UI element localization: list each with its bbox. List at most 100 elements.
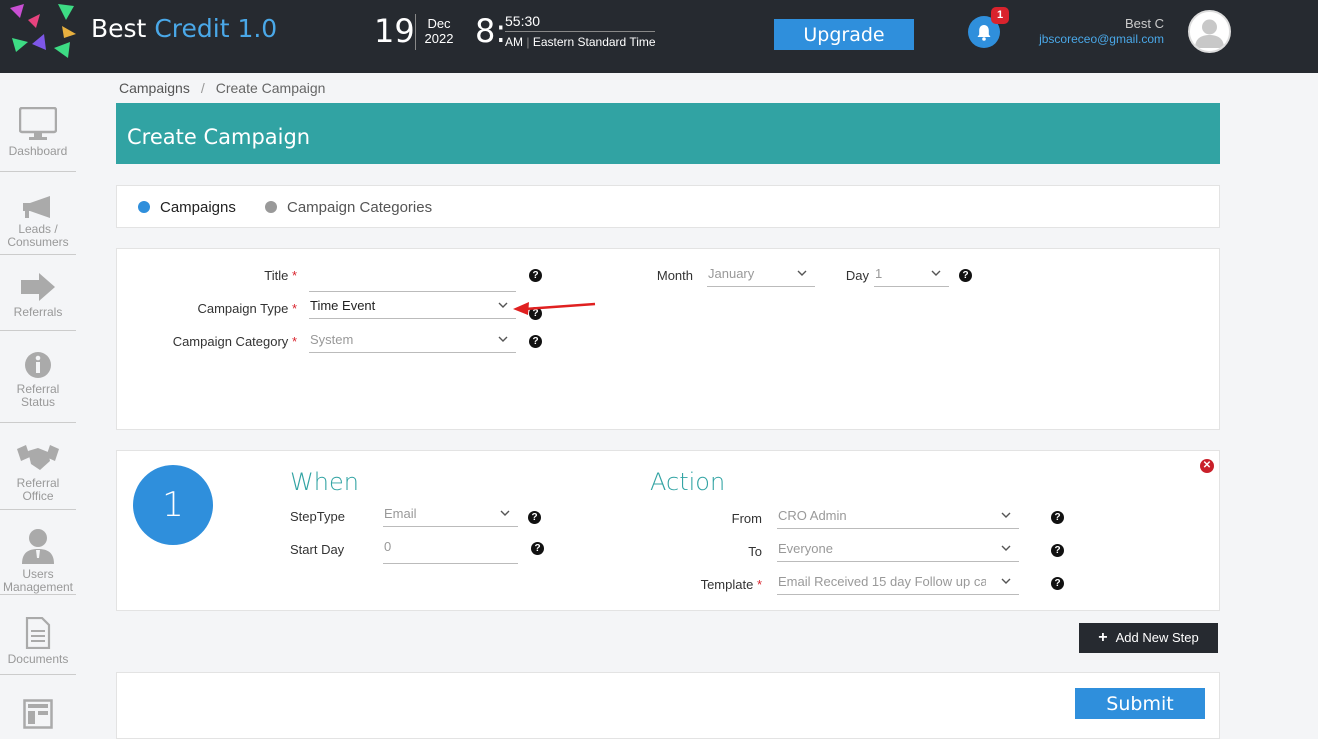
document-icon: [25, 617, 51, 649]
from-value: CRO Admin: [778, 508, 847, 523]
chevron-down-icon: [1001, 512, 1011, 518]
user-name[interactable]: Best C: [1040, 16, 1164, 31]
sidebar-item-leads[interactable]: Leads / Consumers: [0, 195, 76, 249]
tabs-panel: Campaigns Campaign Categories: [116, 185, 1220, 228]
campaign-category-help-icon[interactable]: ?: [529, 335, 542, 348]
upgrade-button[interactable]: Upgrade: [774, 19, 914, 50]
bell-icon: [977, 24, 991, 41]
template-select[interactable]: Email Received 15 day Follow up ca: [777, 571, 1019, 595]
required-mark: *: [756, 577, 762, 592]
tab-label: Campaign Categories: [287, 199, 433, 216]
step-type-label: StepType: [290, 509, 345, 524]
sidebar-item-referral-status[interactable]: Referral Status: [0, 351, 76, 409]
tab-active-dot: [138, 201, 150, 213]
step-type-select[interactable]: Email: [383, 503, 518, 527]
sidebar-item-dashboard[interactable]: Dashboard: [0, 107, 76, 158]
sidebar-item-label: Users Management: [2, 567, 74, 594]
brand-logo[interactable]: [10, 4, 80, 58]
chevron-down-icon: [797, 270, 807, 276]
campaign-category-label-text: Campaign Category: [172, 334, 289, 349]
sidebar-item-label: Leads / Consumers: [7, 222, 69, 249]
breadcrumb-link-campaigns[interactable]: Campaigns: [119, 80, 190, 96]
time-minutes-seconds: 55:30: [505, 13, 541, 29]
template-help-icon[interactable]: ?: [1051, 577, 1064, 590]
campaign-type-label: Campaign Type *: [157, 301, 297, 316]
time-zone-row: AM | Eastern Standard Time: [505, 35, 656, 49]
sidebar-item-label: Referral Office: [16, 476, 60, 503]
title-help-icon[interactable]: ?: [529, 269, 542, 282]
start-day-help-icon[interactable]: ?: [531, 542, 544, 555]
chevron-down-icon: [498, 336, 508, 342]
to-help-icon[interactable]: ?: [1051, 544, 1064, 557]
sidebar-item-users-management[interactable]: Users Management: [0, 526, 76, 594]
top-navbar: Best Credit 1.0 19 Dec 2022 8: 55:30 AM …: [0, 0, 1318, 73]
campaign-form-panel: Title * ? Campaign Type * Time Event ? C…: [116, 248, 1220, 430]
to-label: To: [748, 544, 762, 559]
from-help-icon[interactable]: ?: [1051, 511, 1064, 524]
sidebar-item-label: Dashboard: [8, 144, 68, 158]
brand-name: Best Credit 1.0: [91, 14, 277, 43]
sidebar-item-label: Documents: [7, 652, 69, 666]
sidebar: Dashboard Leads / Consumers Referrals Re…: [0, 73, 76, 739]
tab-campaigns[interactable]: Campaigns: [138, 199, 236, 216]
notification-badge: 1: [991, 7, 1009, 24]
chevron-down-icon: [500, 510, 510, 516]
layout-icon: [23, 699, 53, 729]
add-step-label: Add New Step: [1115, 630, 1199, 645]
brand-prefix: Best: [91, 14, 147, 43]
template-value: Email Received 15 day Follow up ca: [778, 574, 986, 589]
start-day-label: Start Day: [290, 542, 345, 557]
start-day-input[interactable]: 0: [383, 536, 518, 564]
campaign-category-select[interactable]: System: [309, 329, 516, 353]
from-select[interactable]: CRO Admin: [777, 505, 1019, 529]
title-label-text: Title: [264, 268, 289, 283]
add-new-step-button[interactable]: + Add New Step: [1079, 623, 1218, 653]
plus-icon: +: [1098, 629, 1108, 646]
campaign-type-select[interactable]: Time Event: [309, 295, 516, 319]
tab-campaign-categories[interactable]: Campaign Categories: [265, 199, 432, 216]
tab-label: Campaigns: [160, 199, 236, 216]
title-input[interactable]: [309, 268, 516, 292]
template-label: Template *: [672, 577, 762, 592]
chevron-down-icon: [1001, 545, 1011, 551]
breadcrumb-current: Create Campaign: [215, 80, 326, 96]
required-mark: *: [291, 301, 297, 316]
sidebar-item-label: Referrals: [13, 305, 63, 319]
month-select[interactable]: January: [707, 263, 815, 287]
from-label: From: [731, 511, 762, 526]
day-select[interactable]: 1: [874, 263, 949, 287]
to-value: Everyone: [778, 541, 833, 556]
to-select[interactable]: Everyone: [777, 538, 1019, 562]
sidebar-item-documents[interactable]: Documents: [0, 617, 76, 666]
chevron-down-icon: [931, 270, 941, 276]
user-email[interactable]: jbscoreceo@gmail.com: [1030, 32, 1164, 46]
submit-button[interactable]: Submit: [1075, 688, 1205, 719]
megaphone-icon: [23, 196, 50, 218]
breadcrumb: Campaigns / Create Campaign: [119, 80, 325, 96]
time-hour: 8:: [475, 12, 507, 50]
template-label-text: Template: [700, 577, 754, 592]
remove-step-close-icon[interactable]: ✕: [1200, 459, 1214, 473]
user-avatar-icon: [1190, 12, 1229, 51]
chevron-down-icon: [498, 302, 508, 308]
date-year: 2022: [424, 31, 454, 46]
step-type-value: Email: [384, 506, 417, 521]
sidebar-item-referral-office[interactable]: Referral Office: [0, 443, 76, 503]
day-help-icon[interactable]: ?: [959, 269, 972, 282]
campaign-type-value: Time Event: [310, 298, 376, 313]
step-type-help-icon[interactable]: ?: [528, 511, 541, 524]
sidebar-divider: [0, 422, 76, 423]
sidebar-item-layout[interactable]: [0, 699, 76, 733]
title-label: Title *: [177, 268, 297, 283]
campaign-category-value: System: [310, 332, 354, 347]
sidebar-divider: [0, 594, 76, 595]
avatar[interactable]: [1188, 10, 1231, 53]
required-mark: *: [291, 268, 297, 283]
chevron-down-icon: [1001, 578, 1011, 584]
day-label: Day: [845, 268, 869, 283]
sidebar-item-referrals[interactable]: Referrals: [0, 272, 76, 319]
sidebar-item-label: Referral Status: [16, 382, 60, 409]
action-title: Action: [650, 468, 726, 496]
month-label: Month: [656, 268, 693, 283]
when-title: When: [290, 468, 359, 496]
